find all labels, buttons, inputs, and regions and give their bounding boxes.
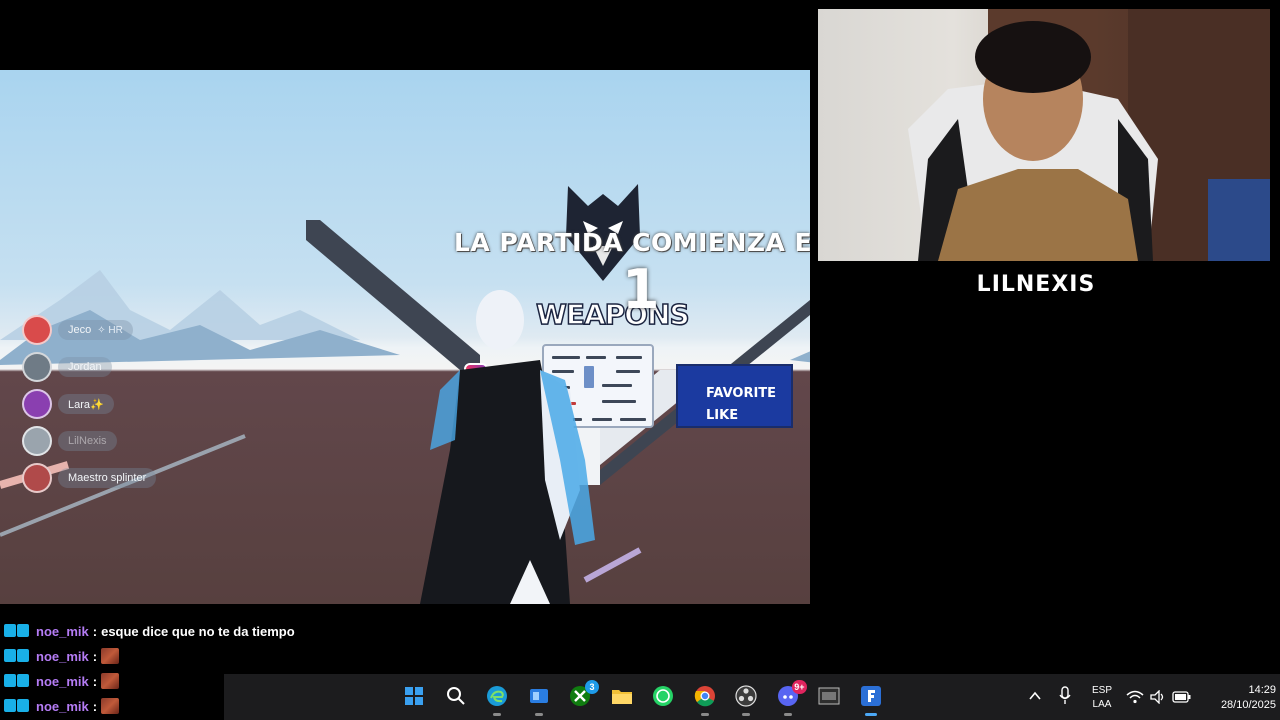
weapons-title: WEAPONS: [535, 297, 690, 332]
party-member-name-pill: LilNexis: [58, 431, 117, 451]
chat-separator: :: [92, 698, 98, 714]
search-icon: [446, 686, 466, 709]
chat-emote-icon: [101, 673, 120, 689]
notification-badge: 9+: [792, 680, 807, 694]
widgets-taskbar-button[interactable]: [526, 684, 552, 716]
avatar: [22, 463, 52, 493]
obs-taskbar-button[interactable]: [733, 684, 759, 716]
chrome-icon: [694, 685, 716, 710]
party-member-name: Maestro splinter: [68, 472, 147, 484]
avatar: [22, 389, 52, 419]
promo-board: FAVORITE LIKE: [676, 364, 793, 428]
fortnite-taskbar-button[interactable]: [858, 684, 884, 716]
system-clock[interactable]: 14:29 28/10/2025: [1196, 683, 1276, 713]
chat-badge-icon: [4, 649, 30, 663]
avatar: [22, 352, 52, 382]
windows-start-taskbar-button[interactable]: [401, 684, 427, 710]
wifi-icon[interactable]: [1126, 690, 1144, 704]
chat-username: noe_mik: [36, 623, 89, 639]
promo-favorite: FAVORITE: [706, 386, 777, 401]
edge-taskbar-button[interactable]: [484, 684, 510, 716]
chat-username: noe_mik: [36, 698, 89, 714]
fortnite-icon: [860, 685, 882, 710]
microphone-icon[interactable]: [1058, 686, 1072, 706]
chat-badge-icon: [4, 699, 30, 713]
chat-text: esque dice que no te da tiempo: [101, 623, 295, 639]
discord-taskbar-button[interactable]: 9+: [775, 680, 807, 716]
webcam-overlay: [810, 2, 1280, 268]
notification-badge: 3: [585, 680, 599, 694]
xbox-taskbar-button[interactable]: 3: [567, 680, 599, 710]
promo-like: LIKE: [706, 408, 739, 423]
chat-message: noe_mik: esque dice que no te da tiempo: [4, 620, 295, 642]
running-indicator: [700, 713, 709, 716]
game-viewport[interactable]: FAVORITE LIKE WEAPONS LA PARTIDA COMIENZ…: [0, 70, 810, 604]
avatar: [22, 315, 52, 345]
countdown-title: LA PARTIDA COMIENZA EN: [454, 228, 810, 257]
whatsapp-icon: [652, 685, 674, 710]
language-code: ESP: [1091, 685, 1112, 696]
whatsapp-taskbar-button[interactable]: [650, 684, 676, 710]
chat-separator: :: [92, 673, 98, 689]
chat-emote-icon: [101, 648, 120, 664]
party-member-name: LilNexis: [68, 435, 107, 447]
party-member: Maestro splinter: [22, 463, 157, 493]
widgets-icon: [529, 686, 549, 709]
countdown-number: 1: [622, 258, 660, 321]
chat-username: noe_mik: [36, 648, 89, 664]
language-indicator[interactable]: ESP LAA: [1088, 684, 1116, 712]
running-indicator: [493, 713, 501, 716]
clock-time: 14:29: [1248, 684, 1276, 696]
chrome-taskbar-button[interactable]: [692, 684, 718, 716]
party-member-name-pill: Jordan: [58, 357, 112, 377]
party-member-name-pill: Jeco ✧ HR: [58, 320, 133, 340]
gta-taskbar-button[interactable]: [816, 684, 842, 710]
running-indicator: [864, 713, 877, 716]
running-indicator: [742, 713, 750, 716]
chat-message: noe_mik:: [4, 670, 120, 692]
chat-username: noe_mik: [36, 673, 89, 689]
party-member-name: Jeco: [68, 324, 92, 336]
chat-separator: :: [92, 648, 98, 664]
party-member-name-pill: Maestro splinter: [58, 468, 157, 488]
keyboard-layout: LAA: [1092, 699, 1112, 710]
party-member: Jordan: [22, 352, 112, 382]
chat-emote-icon: [101, 698, 120, 714]
stream-layout: FAVORITE LIKE WEAPONS LA PARTIDA COMIENZ…: [0, 0, 1280, 720]
clock-date: 28/10/2025: [1220, 699, 1276, 711]
chat-message: noe_mik:: [4, 695, 120, 717]
party-member-name: Lara✨: [68, 398, 104, 411]
file-explorer-taskbar-button[interactable]: [609, 684, 635, 710]
search-taskbar-button[interactable]: [443, 684, 469, 710]
chevron-up-icon[interactable]: [1028, 690, 1042, 702]
chat-badge-icon: [4, 624, 30, 638]
folder-icon: [611, 686, 633, 709]
gta-icon: [818, 685, 840, 710]
chat-separator: :: [92, 623, 98, 639]
webcam-feed: [818, 9, 1270, 261]
party-member-name: Jordan: [68, 361, 102, 373]
running-indicator: [534, 713, 543, 716]
obs-icon: [735, 684, 757, 710]
party-member-tag: ✧ HR: [97, 324, 123, 336]
streamer-name: LILNEXIS: [976, 271, 1096, 297]
volume-icon[interactable]: [1150, 690, 1166, 704]
avatar: [22, 426, 52, 456]
windows-taskbar: 3 9+: [224, 674, 1280, 720]
chat-message: noe_mik:: [4, 645, 120, 667]
party-member-name-pill: Lara✨: [58, 394, 114, 414]
party-member: Lara✨: [22, 389, 114, 419]
edge-icon: [486, 685, 508, 710]
streamer-name-plate: LILNEXIS: [958, 268, 1114, 300]
windows-icon: [404, 686, 424, 709]
chat-badge-icon: [4, 674, 30, 688]
party-member: LilNexis: [22, 426, 117, 456]
running-indicator: [783, 713, 792, 716]
battery-icon[interactable]: [1172, 690, 1192, 704]
party-member: Jeco ✧ HR: [22, 315, 133, 345]
